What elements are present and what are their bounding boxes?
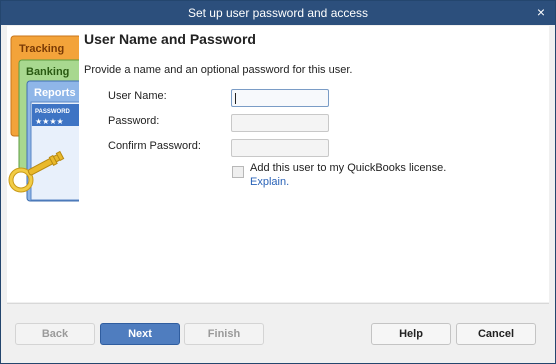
- next-button-label: Next: [128, 328, 152, 340]
- password-input[interactable]: [231, 114, 329, 132]
- finish-button[interactable]: Finish: [184, 323, 264, 345]
- page-heading: User Name and Password: [84, 31, 256, 47]
- confirm-password-label: Confirm Password:: [108, 140, 201, 152]
- username-input[interactable]: [231, 89, 329, 107]
- text-cursor: [235, 93, 236, 104]
- cancel-button-label: Cancel: [477, 328, 515, 340]
- cancel-button[interactable]: Cancel: [456, 323, 536, 345]
- content-panel: Tracking Banking Reports PASSWORD ★★★★ U…: [7, 26, 549, 302]
- banking-tab-label: Banking: [26, 66, 69, 78]
- back-button[interactable]: Back: [15, 323, 95, 345]
- next-button[interactable]: Next: [100, 323, 180, 345]
- password-stars: ★★★★: [35, 117, 64, 126]
- illustration-art: Tracking Banking Reports PASSWORD ★★★★: [8, 35, 79, 202]
- password-label: Password:: [108, 115, 160, 127]
- finish-button-label: Finish: [207, 328, 241, 340]
- username-label: User Name:: [108, 90, 167, 102]
- instructions-text: Provide a name and an optional password …: [84, 64, 353, 76]
- license-checkbox-label: Add this user to my QuickBooks license.: [250, 162, 447, 174]
- dialog-window: Set up user password and access × Tracki…: [0, 0, 556, 364]
- help-button[interactable]: Help: [371, 323, 451, 345]
- license-checkbox[interactable]: [232, 166, 244, 178]
- password-strip-label: PASSWORD: [35, 109, 71, 115]
- close-icon[interactable]: ×: [533, 4, 549, 20]
- back-button-label: Back: [41, 328, 69, 340]
- explain-link[interactable]: Explain.: [250, 176, 289, 188]
- footer-divider: [7, 303, 549, 304]
- sidebar-illustration: Tracking Banking Reports PASSWORD ★★★★: [7, 34, 79, 214]
- help-button-label: Help: [399, 328, 423, 340]
- window-title: Set up user password and access: [187, 6, 369, 20]
- reports-tab-label: Reports: [34, 87, 76, 99]
- title-bar: Set up user password and access ×: [1, 1, 555, 25]
- tracking-tab-label: Tracking: [19, 43, 64, 55]
- confirm-password-input[interactable]: [231, 139, 329, 157]
